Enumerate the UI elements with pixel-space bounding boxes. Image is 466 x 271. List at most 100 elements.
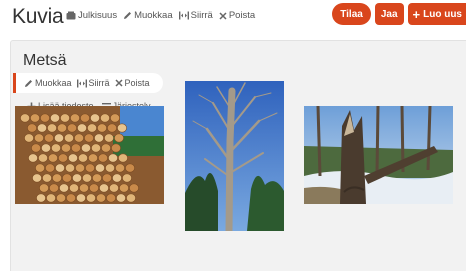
log-end: [54, 133, 64, 143]
log-end: [47, 123, 57, 133]
order-button[interactable]: Tilaa: [332, 3, 371, 25]
log-end: [75, 163, 85, 173]
album-toolbar: Muokkaa Siirrä Poista: [13, 73, 163, 93]
photo-broken-tree-snow[interactable]: [304, 106, 453, 204]
log-end: [30, 113, 40, 123]
log-end: [65, 163, 75, 173]
log-end: [59, 183, 69, 193]
log-end: [85, 163, 95, 173]
log-end: [61, 143, 71, 153]
move-icon: [76, 79, 87, 87]
log-end: [112, 173, 122, 183]
log-end: [36, 193, 46, 203]
photo-dead-pine-tree[interactable]: [185, 81, 284, 231]
publicity-label: Julkisuus: [78, 10, 118, 21]
log-end: [69, 183, 79, 193]
log-end: [84, 133, 94, 143]
log-end: [71, 143, 81, 153]
log-end: [102, 173, 112, 183]
share-button[interactable]: Jaa: [374, 3, 404, 25]
log-end: [24, 133, 34, 143]
log-end: [79, 183, 89, 193]
album-delete-button[interactable]: Poista: [115, 78, 150, 88]
log-end: [42, 173, 52, 183]
log-end: [37, 123, 47, 133]
move-icon: [178, 11, 189, 20]
log-end: [58, 153, 68, 163]
log-end: [20, 113, 30, 123]
log-end: [115, 163, 125, 173]
log-end: [32, 173, 42, 183]
log-end: [52, 173, 62, 183]
log-end: [95, 163, 105, 173]
log-end: [60, 113, 70, 123]
photo-stacked-logs[interactable]: [15, 106, 164, 204]
log-end: [35, 163, 45, 173]
album-title: Metsä: [23, 52, 67, 69]
log-end: [62, 173, 72, 183]
log-end: [92, 173, 102, 183]
move-button[interactable]: Siirrä: [178, 10, 213, 21]
publicity-button[interactable]: Julkisuus: [66, 10, 117, 21]
log-end: [111, 143, 121, 153]
delete-label: Poista: [228, 10, 256, 21]
log-end: [91, 143, 101, 153]
log-end: [78, 153, 88, 163]
log-end: [86, 193, 96, 203]
log-end: [74, 133, 84, 143]
close-icon: [115, 79, 123, 87]
log-end: [72, 173, 82, 183]
delete-button[interactable]: Poista: [219, 10, 255, 21]
log-end: [68, 153, 78, 163]
log-end: [57, 123, 67, 133]
log-end: [108, 153, 118, 163]
log-end: [80, 113, 90, 123]
log-end: [28, 153, 38, 163]
log-end: [100, 113, 110, 123]
log-end: [48, 153, 58, 163]
page-title: Kuvia: [12, 5, 64, 28]
log-end: [27, 123, 37, 133]
album-edit-button[interactable]: Muokkaa: [24, 78, 72, 88]
log-end: [117, 123, 127, 133]
log-end: [122, 173, 132, 183]
log-end: [96, 193, 106, 203]
log-end: [46, 193, 56, 203]
log-end: [40, 113, 50, 123]
log-end: [89, 183, 99, 193]
log-end: [125, 163, 135, 173]
log-end: [50, 113, 60, 123]
log-end: [81, 143, 91, 153]
log-end: [87, 123, 97, 133]
log-end: [31, 143, 41, 153]
log-end: [34, 133, 44, 143]
log-end: [39, 183, 49, 193]
close-icon: [219, 11, 227, 20]
log-end: [82, 173, 92, 183]
log-end: [118, 153, 128, 163]
album-move-button[interactable]: Siirrä: [76, 78, 110, 88]
log-end: [41, 143, 51, 153]
log-end: [64, 133, 74, 143]
edit-button[interactable]: Muokkaa: [123, 10, 173, 21]
move-label: Siirrä: [190, 10, 213, 21]
plus-icon: +: [412, 6, 421, 22]
pencil-icon: [124, 12, 132, 19]
log-end: [114, 133, 124, 143]
log-end: [101, 143, 111, 153]
log-end: [105, 163, 115, 173]
log-end: [94, 133, 104, 143]
log-end: [104, 133, 114, 143]
log-end: [77, 123, 87, 133]
log-end: [98, 153, 108, 163]
log-end: [129, 183, 139, 193]
log-end: [67, 123, 77, 133]
publicity-icon: [66, 11, 76, 20]
log-end: [51, 143, 61, 153]
edit-label: Muokkaa: [134, 10, 173, 21]
create-button[interactable]: + Luo uus: [407, 3, 466, 25]
log-end: [110, 113, 120, 123]
log-end: [66, 193, 76, 203]
log-end: [116, 193, 126, 203]
log-end: [107, 123, 117, 133]
